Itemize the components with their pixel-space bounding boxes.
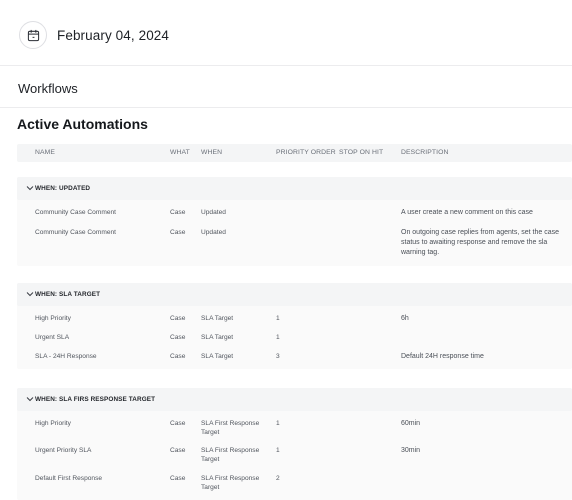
group-when-sla-first-response-target: WHEN: SLA FIRS RESPONSE TARGET High Prio… (17, 388, 572, 500)
column-header-priority[interactable]: PRIORITY ORDER (276, 149, 336, 156)
cell-what: Case (170, 229, 186, 236)
page-title: Workflows (18, 81, 78, 96)
group-header[interactable]: WHEN: UPDATED (17, 177, 572, 200)
cell-name: Urgent Priority SLA (35, 447, 92, 454)
cell-description: 6h (401, 315, 409, 322)
cell-priority: 1 (276, 334, 280, 341)
column-header-when[interactable]: WHEN (201, 149, 222, 156)
cell-what: Case (170, 475, 186, 482)
cell-name: Community Case Comment (35, 209, 116, 216)
cell-what: Case (170, 334, 186, 341)
cell-what: Case (170, 209, 186, 216)
cell-priority: 2 (276, 475, 280, 482)
cell-description: 30min (401, 447, 421, 454)
chevron-down-icon[interactable] (26, 396, 34, 402)
group-header[interactable]: WHEN: SLA FIRS RESPONSE TARGET (17, 388, 572, 411)
cell-name: Community Case Comment (35, 229, 116, 236)
cell-when: Updated (201, 229, 226, 236)
cell-when: SLA Target (201, 334, 234, 341)
cell-what: Case (170, 315, 186, 322)
calendar-icon (27, 29, 39, 41)
cell-what: Case (170, 447, 186, 454)
column-header-what[interactable]: WHAT (170, 149, 190, 156)
section-title: Active Automations (17, 116, 148, 132)
cell-name: Urgent SLA (35, 334, 70, 341)
column-header-stop-on-hit[interactable]: STOP ON HIT (339, 149, 383, 156)
date-header: February 04, 2024 (0, 0, 572, 66)
cell-description: 60min (401, 420, 421, 427)
cell-when: SLA First Response Target (201, 420, 260, 436)
chevron-down-icon[interactable] (26, 185, 34, 191)
cell-priority: 1 (276, 420, 280, 427)
cell-name: Default First Response (35, 475, 103, 482)
workflows-header: Workflows (0, 66, 572, 108)
cell-name: SLA - 24H Response (35, 353, 97, 360)
cell-when: SLA First Response Target (201, 475, 260, 491)
chevron-down-icon[interactable] (26, 291, 34, 297)
date-label[interactable]: February 04, 2024 (57, 28, 169, 43)
cell-description: On outgoing case replies from agents, se… (401, 229, 559, 256)
cell-priority: 1 (276, 315, 280, 322)
column-header-name[interactable]: NAME (35, 149, 55, 156)
cell-when: Updated (201, 209, 226, 216)
cell-when: SLA First Response Target (201, 447, 260, 463)
cell-description: A user create a new comment on this case (401, 209, 533, 216)
date-picker-button[interactable] (19, 21, 47, 49)
column-header-description[interactable]: DESCRIPTION (401, 149, 449, 156)
group-when-sla-target: WHEN: SLA TARGET High Priority Case SLA … (17, 283, 572, 369)
group-when-updated: WHEN: UPDATED Community Case Comment Cas… (17, 177, 572, 266)
cell-what: Case (170, 353, 186, 360)
cell-what: Case (170, 420, 186, 427)
cell-when: SLA Target (201, 315, 234, 322)
cell-when: SLA Target (201, 353, 234, 360)
cell-description: Default 24H response time (401, 353, 484, 360)
group-label: WHEN: UPDATED (35, 185, 91, 192)
group-label: WHEN: SLA FIRS RESPONSE TARGET (35, 396, 156, 403)
table-header: NAME WHAT WHEN PRIORITY ORDER STOP ON HI… (17, 144, 572, 162)
group-label: WHEN: SLA TARGET (35, 291, 101, 298)
group-header[interactable]: WHEN: SLA TARGET (17, 283, 572, 306)
cell-priority: 3 (276, 353, 280, 360)
cell-name: High Priority (35, 420, 71, 427)
cell-priority: 1 (276, 447, 280, 454)
cell-name: High Priority (35, 315, 71, 322)
